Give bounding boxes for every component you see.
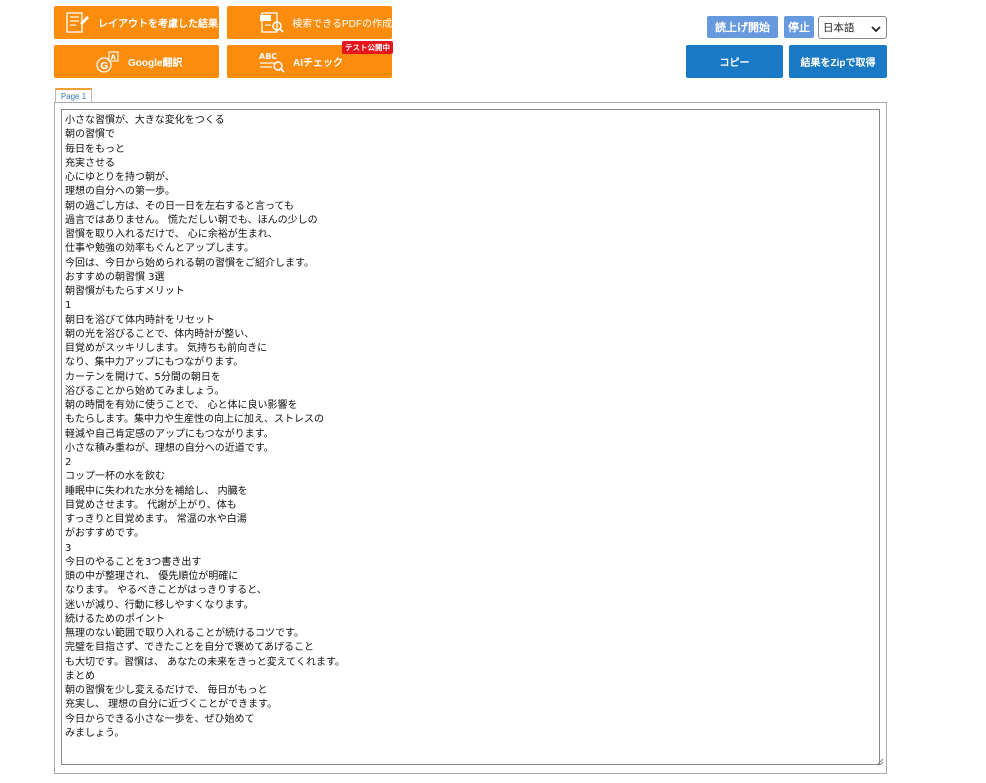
text-line: 心にゆとりを持つ朝が、 [65,172,175,183]
text-line: 朝の習慣を少し変えるだけで、 毎日がもっと [65,685,268,696]
google-translate-button[interactable]: G A Google翻訳 [54,45,219,78]
svg-text:G: G [100,61,108,72]
text-line: 朝習慣がもたらすメリット [65,286,185,297]
read-aloud-start-button[interactable]: 読上げ開始 [707,16,778,38]
text-line: 仕事や勉強の効率もぐんとアップします。 [65,243,254,255]
searchable-pdf-label: 検索できるPDFの作成 [292,19,392,30]
text-line: 軽減や自己肯定感のアップにもつながります。 [65,428,274,440]
text-line: なり、集中力アップにもつながります。 [65,357,244,369]
google-translate-label: Google翻訳 [128,58,183,69]
text-line: 今回は、今日から始められる朝の習慣をご紹介します。 [65,257,314,269]
text-line: 3 [65,542,72,554]
searchable-pdf-button[interactable]: 検索できるPDFの作成 [227,6,392,39]
text-line: 続けるためのポイント [65,613,165,625]
text-line: も大切です。習慣は、 あなたの未来をきっと変えてくれます。 [65,656,345,668]
text-line: 朝の過ごし方は、その日一日を左右すると言っても [65,200,294,212]
text-line: 充実し、 理想の自分に近づくことができます。 [65,699,278,711]
document-layout-icon [62,9,92,37]
translate-icon: G A [92,48,122,76]
text-line: 浴びることから始めてみましょう。 [65,385,225,397]
layout-result-label: レイアウトを考慮した結果 [98,19,218,30]
chevron-down-icon [871,24,881,36]
layout-result-button[interactable]: レイアウトを考慮した結果 [54,6,219,39]
text-line: すっきりと目覚めます。 常温の水や白湯 [65,514,247,525]
svg-text:ABC: ABC [259,52,277,61]
text-line: 目覚めさせます。 代謝が上がり、体も [65,499,237,511]
text-line: 1 [65,300,72,312]
text-line: 無理のない範囲で取り入れることが続けるコツです。 [65,628,304,639]
text-line: おすすめの朝習慣 3選 [65,271,165,283]
text-line: コップ一杯の水を飲む [65,471,165,483]
text-line: 充実させる [65,157,115,169]
text-line: 完璧を目指さず、できたことを自分で褒めてあげること [65,642,314,654]
text-line: まとめ [65,670,95,682]
language-select[interactable]: 日本語 [818,16,887,39]
ai-check-label: AIチェック [293,58,343,69]
result-panel: 小さな習慣が、大きな変化をつくる 朝の習慣で毎日をもっと 充実させる心にゆとりを持つ… [54,102,887,774]
text-line: 今日からできる小さな一歩を、ぜひ始めて [65,713,255,725]
stop-button[interactable]: 停止 [784,16,814,38]
text-line: みましょう。 [65,727,125,739]
text-line: 2 [65,457,72,468]
abc-check-icon: ABC [257,48,287,76]
text-line: カーテンを開けて、5分間の朝日を [65,371,221,383]
test-release-badge: テスト公開中 [342,41,393,54]
text-line: 理想の自分への第一歩。 [65,186,175,198]
tab-page-1[interactable]: Page 1 [55,88,92,102]
copy-button[interactable]: コピー [686,45,783,78]
svg-text:A: A [111,53,117,61]
text-line: がおすすめです。 [65,528,144,540]
pdf-search-icon [257,9,286,37]
ocr-result-textarea[interactable]: 小さな習慣が、大きな変化をつくる 朝の習慣で毎日をもっと 充実させる心にゆとりを持つ… [61,109,880,765]
text-line: 小さな習慣が、大きな変化をつくる [65,115,225,126]
text-line: 今日のやることを3つ書き出す [65,556,202,568]
text-line: 頭の中が整理され、 優先順位が明確に [65,571,239,582]
text-line: 睡眠中に失われた水分を補給し、 内臓を [65,485,248,497]
text-line: 毎日をもっと [65,143,125,155]
text-line: もたらします。集中力や生産性の向上に加え、ストレスの [65,414,324,426]
text-line: 迷いが減り、行動に移しやすくなります。 [65,599,254,611]
text-line: 朝の習慣で [65,129,115,141]
download-zip-button[interactable]: 結果をZipで取得 [789,45,887,78]
text-line: 朝日を浴びて体内時計をリセット [65,314,215,326]
text-line: 小さな積み重ねが、理想の自分への近道です。 [65,442,274,454]
text-line: 目覚めがスッキリします。 気持ちも前向きに [65,343,268,354]
text-line: 朝の時間を有効に使うことで、 心と体に良い影響を [65,400,298,411]
text-line: 習慣を取り入れるだけで、 心に余裕が生まれ、 [65,229,278,240]
text-line: なります。 やるべきことがはっきりすると、 [65,585,267,597]
text-line: 過言ではありません。 慌ただしい朝でも、ほんの少しの [65,214,318,226]
text-line: 朝の光を浴びることで、体内時計が整い、 [65,328,255,340]
language-select-value: 日本語 [823,22,855,34]
resize-grip-icon[interactable] [875,753,884,771]
